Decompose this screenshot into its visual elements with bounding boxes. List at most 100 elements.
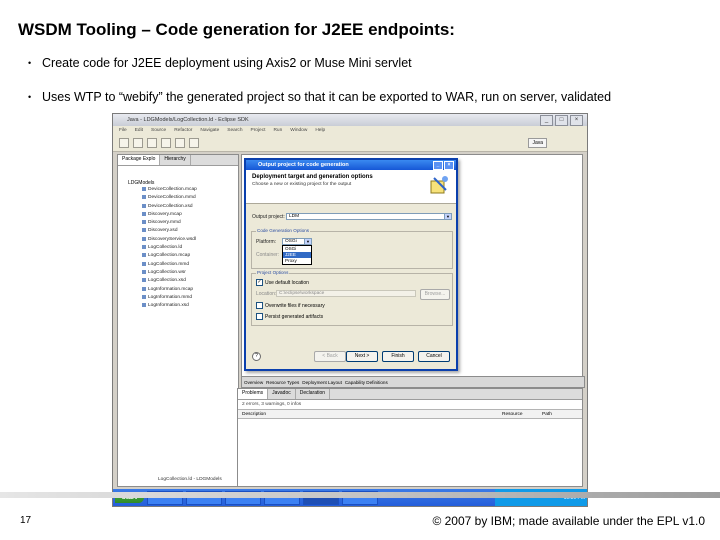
checkmark-icon: ✓ — [256, 279, 263, 286]
tree-item[interactable]: LogInformation.xsd — [118, 302, 238, 310]
bullet-text: Create code for J2EE deployment using Ax… — [42, 56, 412, 70]
tree-item[interactable]: LogInformation.mcap — [118, 286, 238, 294]
column-resource[interactable]: Resource — [502, 412, 542, 417]
footer-divider — [0, 492, 720, 498]
dialog-minimize-icon[interactable]: _ — [433, 161, 443, 170]
tree-item[interactable]: LogCollection.wsr — [118, 269, 238, 277]
output-project-combo[interactable]: LDM ▼ — [286, 213, 452, 220]
tree-item[interactable]: DeviceCollection.mcap — [118, 186, 238, 194]
tab-package-explorer[interactable]: Package Explo — [118, 155, 161, 165]
menu-source[interactable]: Source — [151, 128, 166, 133]
bullet-dot-icon: • — [28, 58, 32, 68]
menu-search[interactable]: Search — [227, 128, 242, 133]
dialog-header-subtitle: Choose a new or existing project for the… — [252, 182, 352, 187]
platform-dropdown-list: OSGi J2EE Proxy — [282, 245, 312, 265]
tree-item[interactable]: DiscoveryService.wsdl — [118, 236, 238, 244]
maximize-icon[interactable]: □ — [555, 115, 568, 126]
problems-summary: 2 errors, 3 warnings, 0 infos — [242, 402, 302, 407]
search-icon[interactable] — [189, 137, 199, 148]
browse-button[interactable]: Browse... — [420, 289, 450, 300]
tree-item-list: DeviceCollection.mcap DeviceCollection.mm… — [118, 186, 238, 310]
chevron-down-icon[interactable]: ▼ — [304, 239, 311, 244]
bullet-item: • Create code for J2EE deployment using A… — [28, 56, 412, 70]
save-icon[interactable] — [133, 137, 143, 148]
persist-checkbox[interactable]: Persist generated artifacts — [256, 313, 323, 320]
tab-javadoc[interactable]: Javadoc — [268, 389, 296, 399]
eclipse-toolbar: Java — [113, 134, 587, 152]
dialog-header-title: Deployment target and generation options — [252, 174, 373, 180]
tree-item[interactable]: LogInformation.mmd — [118, 294, 238, 302]
menu-project[interactable]: Project — [251, 128, 266, 133]
tree-item[interactable]: LogCollection.mmd — [118, 261, 238, 269]
output-project-dialog: Output project for code generation _ × D… — [244, 158, 458, 371]
eclipse-screenshot: Java - LDGModels/LogCollection.ld - Ecli… — [112, 113, 588, 507]
wizard-banner-icon — [430, 176, 448, 194]
eclipse-title-bar: Java - LDGModels/LogCollection.ld - Ecli… — [113, 114, 587, 126]
tree-item[interactable]: DeviceCollection.mmd — [118, 194, 238, 202]
new-icon[interactable] — [119, 137, 129, 148]
close-icon[interactable]: × — [570, 115, 583, 126]
menu-file[interactable]: File — [119, 128, 127, 133]
menu-help[interactable]: Help — [315, 128, 325, 133]
tree-item[interactable]: DeviceCollection.xsd — [118, 203, 238, 211]
tab-deployment-layout[interactable]: Deployment Layout — [302, 380, 342, 385]
use-default-location-checkbox[interactable]: ✓ Use default location — [256, 279, 309, 286]
eclipse-menu-bar: File Edit Source Refactor Navigate Searc… — [113, 126, 587, 134]
print-icon[interactable] — [147, 137, 157, 148]
run-icon[interactable] — [175, 137, 185, 148]
next-button[interactable]: Next > — [346, 351, 378, 362]
back-button[interactable]: < Back — [314, 351, 346, 362]
platform-label: Platform: — [256, 239, 277, 245]
problems-view: Problems Javadoc Declaration 2 errors, 3… — [237, 388, 583, 487]
dialog-close-icon[interactable]: × — [444, 161, 454, 170]
platform-combo[interactable]: OSGi ▼ — [282, 238, 312, 245]
tab-overview[interactable]: Overview — [244, 380, 263, 385]
perspective-java-button[interactable]: Java — [528, 138, 547, 148]
help-icon[interactable]: ? — [252, 352, 261, 361]
tree-item[interactable]: LogCollection.ld — [118, 244, 238, 252]
bullet-item: • Uses WTP to “webify” the generated proj… — [28, 90, 611, 104]
debug-icon[interactable] — [161, 137, 171, 148]
overwrite-checkbox[interactable]: Overwrite files if necessary — [256, 302, 325, 309]
tree-item[interactable]: Discovery.mmd — [118, 219, 238, 227]
tree-item[interactable]: LogCollection.xsd — [118, 277, 238, 285]
menu-refactor[interactable]: Refactor — [174, 128, 192, 133]
slide-title: WSDM Tooling – Code generation for J2EE … — [18, 20, 455, 39]
tab-declaration[interactable]: Declaration — [296, 389, 331, 399]
project-options-label: Project Options — [256, 270, 290, 275]
tree-item[interactable]: Discovery.mcap — [118, 211, 238, 219]
tree-item[interactable]: LogCollection.mcap — [118, 252, 238, 260]
bullet-text: Uses WTP to “webify” the generated proje… — [42, 90, 612, 104]
dialog-header: Deployment target and generation options… — [246, 170, 456, 204]
finish-button[interactable]: Finish — [382, 351, 414, 362]
package-explorer: Package Explo Hierarchy LDGModels Device… — [117, 154, 239, 487]
container-label: Container: — [256, 252, 280, 258]
menu-edit[interactable]: Edit — [135, 128, 143, 133]
problems-columns: Description Resource Path — [238, 409, 582, 419]
menu-window[interactable]: Window — [290, 128, 307, 133]
output-project-label: Output project: — [252, 214, 285, 220]
menu-run[interactable]: Run — [273, 128, 282, 133]
column-description[interactable]: Description — [238, 412, 502, 417]
tab-problems[interactable]: Problems — [238, 389, 269, 399]
tab-resource-types[interactable]: Resource Types — [266, 380, 299, 385]
tab-hierarchy[interactable]: Hierarchy — [160, 155, 191, 165]
tree-item[interactable]: Discovery.xsd — [118, 227, 238, 235]
dialog-title-bar: Output project for code generation _ × — [246, 160, 456, 170]
editor-bottom-tabs: Overview Resource Types Deployment Layou… — [241, 376, 585, 388]
menu-navigate[interactable]: Navigate — [200, 128, 219, 133]
column-path[interactable]: Path — [542, 412, 572, 417]
chevron-down-icon[interactable]: ▼ — [444, 214, 451, 219]
minimize-icon[interactable]: _ — [540, 115, 553, 126]
copyright-notice: © 2007 by IBM; made available under the … — [432, 514, 705, 528]
dialog-title: Output project for code generation — [258, 162, 349, 168]
package-status: LogCollection.ld - LDGModels — [158, 477, 222, 482]
tree-root-project[interactable]: LDGModels — [118, 166, 238, 186]
platform-option[interactable]: Proxy — [283, 258, 311, 264]
cancel-button[interactable]: Cancel — [418, 351, 450, 362]
bullet-dot-icon: • — [28, 92, 32, 102]
location-label: Location: — [256, 291, 277, 297]
location-field[interactable]: C:\eclipse\workspace — [276, 290, 416, 297]
page-number: 17 — [20, 515, 32, 526]
tab-capability-definitions[interactable]: Capability Definitions — [345, 380, 388, 385]
